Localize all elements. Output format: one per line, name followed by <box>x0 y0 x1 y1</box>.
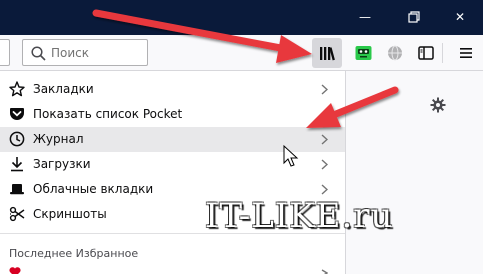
minimize-icon: — <box>359 10 371 24</box>
toolbar-separator <box>442 43 443 63</box>
chevron-right-icon <box>321 159 328 170</box>
heart-icon <box>9 267 21 274</box>
menu-item-bookmarks[interactable]: Закладки <box>0 77 345 102</box>
open-menu-button[interactable] <box>451 38 481 68</box>
extension-icon <box>355 46 372 60</box>
library-icon <box>320 47 335 61</box>
pocket-icon <box>10 108 24 120</box>
sidebar-button[interactable] <box>411 38 441 68</box>
title-bar: — ✕ <box>0 0 483 35</box>
close-button[interactable]: ✕ <box>438 0 482 35</box>
navigation-toolbar <box>0 35 483 71</box>
menu-item-history[interactable]: Журнал <box>0 127 345 152</box>
close-icon: ✕ <box>454 10 466 24</box>
menu-item-downloads[interactable]: Загрузки <box>0 152 345 177</box>
star-icon <box>9 81 25 97</box>
search-input[interactable] <box>51 43 143 62</box>
hamburger-menu-icon <box>460 48 472 58</box>
restore-button[interactable] <box>392 0 436 35</box>
chevron-right-icon <box>321 84 328 95</box>
chevron-right-icon <box>321 269 328 274</box>
menu-item-label: Показать список Pocket <box>33 107 183 121</box>
page-content-area <box>346 71 483 274</box>
restore-icon <box>408 11 420 23</box>
globe-icon <box>388 45 402 61</box>
sidebar-icon <box>418 46 434 60</box>
search-icon <box>31 46 46 61</box>
chevron-right-icon <box>321 184 328 195</box>
globe-button[interactable] <box>380 38 410 68</box>
address-bar[interactable] <box>0 39 10 66</box>
menu-item-pocket[interactable]: Показать список Pocket <box>0 102 345 127</box>
library-menu: Закладки Показать список Pocket Журнал З… <box>0 71 346 274</box>
minimize-button[interactable]: — <box>343 0 387 35</box>
menu-item-label: Облачные вкладки <box>33 182 154 196</box>
watermark: IT-LIKE.ru <box>205 196 394 236</box>
library-button[interactable] <box>312 38 342 68</box>
chevron-right-icon <box>321 134 328 145</box>
synced-tabs-icon <box>10 184 24 195</box>
scissors-icon <box>9 206 25 222</box>
download-icon <box>11 157 23 172</box>
menu-item-label: Журнал <box>33 132 84 146</box>
menu-item-label: Закладки <box>33 82 94 96</box>
search-box[interactable] <box>22 39 148 66</box>
clock-icon <box>9 131 25 147</box>
menu-item-label: Скриншоты <box>33 207 107 221</box>
menu-item-label: Загрузки <box>33 157 91 171</box>
extension-button[interactable] <box>348 38 378 68</box>
recent-favorites-heading: Последнее Избранное <box>9 247 139 260</box>
gear-icon[interactable] <box>430 97 446 113</box>
